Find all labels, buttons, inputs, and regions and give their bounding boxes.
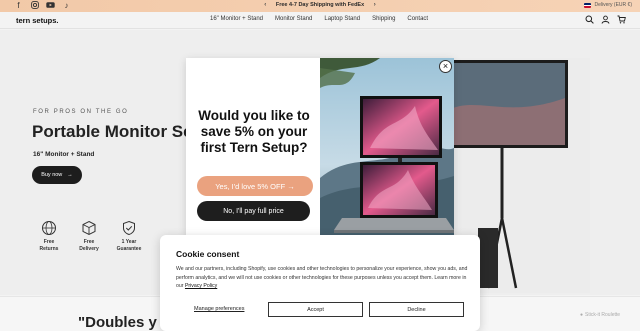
discount-popup: Would you like to save 5% on your first … [186, 58, 454, 236]
perk-line2: Delivery [79, 246, 99, 252]
header-icons [585, 15, 626, 24]
announcement-bar: f ♪ ‹ Free 4-7 Day Shipping with FedEx ›… [0, 0, 640, 12]
nav-item-laptop-stand[interactable]: Laptop Stand [324, 16, 360, 22]
sticker-badge[interactable]: ● Stick-it Roulette [580, 312, 620, 318]
nav-item-shipping[interactable]: Shipping [372, 16, 395, 22]
privacy-policy-link[interactable]: Privacy Policy [185, 283, 217, 289]
popup-product-image [320, 58, 454, 236]
close-popup-button[interactable]: × [439, 60, 452, 73]
search-icon[interactable] [585, 15, 594, 24]
nav-item-monitor-stand[interactable]: Monitor Stand [275, 16, 312, 22]
cookie-title: Cookie consent [176, 249, 240, 259]
sticker-icon: ● [580, 312, 584, 318]
cookie-description: We and our partners, including Shopify, … [176, 265, 468, 291]
promo-text: Free 4-7 Day Shipping with FedEx [275, 2, 365, 8]
promo-banner: ‹ Free 4-7 Day Shipping with FedEx › [0, 2, 640, 8]
nav-item-contact[interactable]: Contact [407, 16, 428, 22]
chevron-left-icon[interactable]: ‹ [264, 2, 266, 8]
perk-free-delivery: Free Delivery [72, 220, 106, 253]
sticker-label: Stick-it Roulette [585, 312, 621, 318]
nav-item-monitor-stand-bundle[interactable]: 16" Monitor + Stand [210, 16, 263, 22]
decline-cookies-button[interactable]: Decline [369, 302, 464, 317]
hero-title: Portable Monitor Se [32, 122, 193, 141]
perk-line1: 1 Year [121, 239, 137, 245]
cookie-text: We and our partners, including Shopify, … [176, 266, 468, 289]
buy-now-button[interactable]: Buy now → [32, 166, 82, 184]
box-icon [81, 220, 97, 236]
main-nav: 16" Monitor + Stand Monitor Stand Laptop… [210, 16, 428, 22]
globe-icon [41, 220, 57, 236]
perk-line1: Free [83, 239, 95, 245]
decline-discount-button[interactable]: No, I'll pay full price [197, 201, 310, 221]
accept-cookies-button[interactable]: Accept [268, 302, 363, 317]
chevron-right-icon[interactable]: › [374, 2, 376, 8]
buy-now-label: Buy now [41, 172, 63, 178]
perk-guarantee: 1 Year Guarantee [112, 220, 146, 253]
accept-discount-button[interactable]: Yes, I'd love 5% OFF → [197, 176, 313, 196]
site-header: tern setups. 16" Monitor + Stand Monitor… [0, 12, 640, 29]
manage-preferences-link[interactable]: Manage preferences [194, 306, 244, 312]
arrow-right-icon: → [67, 172, 73, 178]
currency-selector[interactable]: Delivery (EUR €) [584, 2, 632, 8]
perk-line1: Free [43, 239, 55, 245]
section-heading: "Doubles y [78, 314, 157, 331]
perk-free-returns: Free Returns [32, 220, 66, 253]
popup-title: Would you like to save 5% on your first … [198, 108, 310, 155]
shield-check-icon [121, 220, 137, 236]
flag-icon [584, 2, 592, 8]
popup-content: Would you like to save 5% on your first … [186, 58, 320, 236]
perk-line2: Returns [39, 246, 59, 252]
perk-line2: Guarantee [116, 246, 142, 252]
currency-label: Delivery (EUR €) [594, 2, 632, 8]
cookie-consent-banner: Cookie consent We and our partners, incl… [160, 235, 480, 331]
account-icon[interactable] [601, 15, 610, 24]
cart-icon[interactable] [617, 15, 626, 24]
hero-subtitle: 16" Monitor + Stand [33, 151, 95, 158]
hero-eyebrow: FOR PROS ON THE GO [33, 109, 129, 115]
logo[interactable]: tern setups. [16, 16, 59, 25]
